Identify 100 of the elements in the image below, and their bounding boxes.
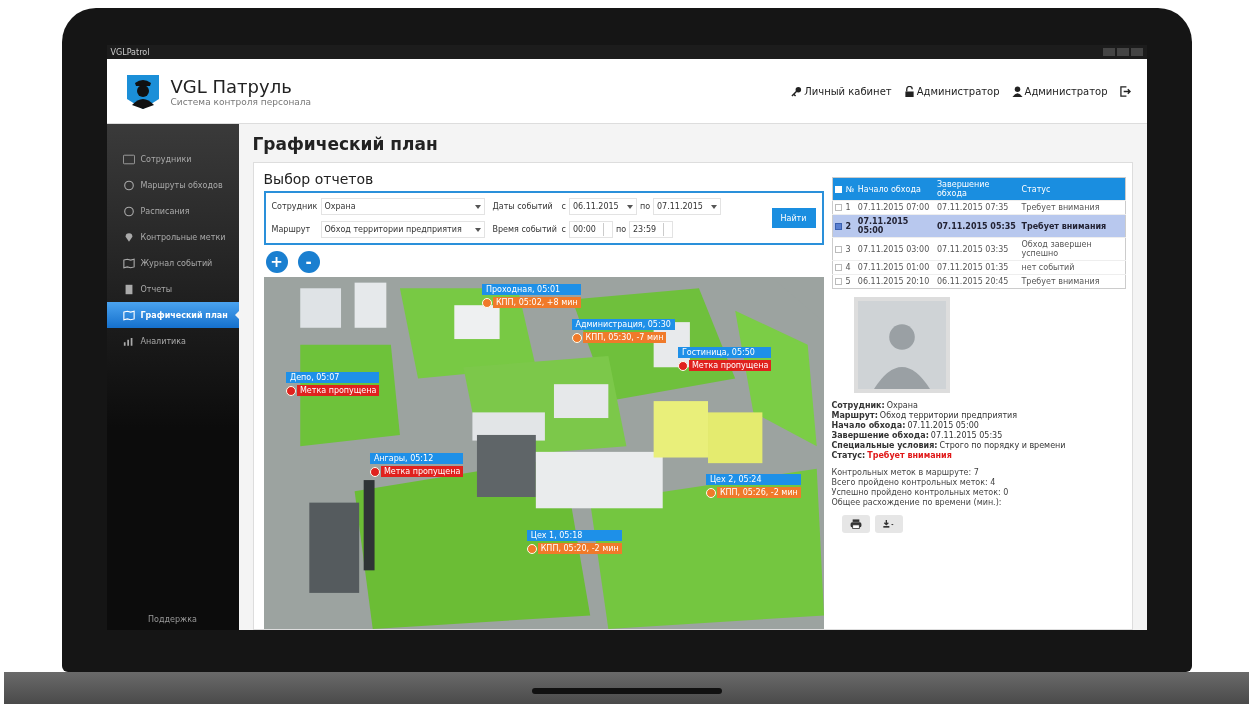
sidebar-item[interactable]: Аналитика (106, 328, 239, 354)
field-label: Даты событий (492, 202, 554, 211)
field-label: Сотрудник (271, 202, 318, 211)
sidebar-item[interactable]: Маршруты обходов (106, 172, 239, 198)
detail-value: Обход территории предприятия (879, 411, 1018, 420)
table-cell: Требует внимания (1019, 214, 1125, 238)
sidebar-item[interactable]: Сотрудники (106, 146, 239, 172)
row-checkbox[interactable] (834, 245, 842, 253)
maximize-button[interactable] (1116, 48, 1129, 56)
sidebar-item[interactable]: Отчеты (106, 276, 239, 302)
zoom-in-button[interactable]: + (265, 251, 288, 273)
route-select[interactable]: Обход территории предприятия (320, 221, 485, 238)
caret-icon (626, 204, 633, 209)
table-cell: Обход завершен успешно (1019, 237, 1125, 261)
table-cell: 07.11.2015 03:35 (934, 237, 1020, 261)
checkpoint-note: КПП, 05:30, -7 мин (582, 332, 667, 344)
sidebar-item[interactable]: Графический план (106, 302, 239, 328)
lock-icon (903, 85, 915, 97)
caret-icon (474, 227, 481, 232)
row-checkbox[interactable] (834, 278, 842, 285)
close-button[interactable] (1130, 48, 1143, 56)
support-link[interactable]: Поддержка (106, 615, 239, 624)
field-label: с (561, 202, 566, 211)
find-button[interactable]: Найти (771, 208, 816, 228)
table-cell: Требует внимания (1019, 274, 1125, 289)
detail-label: Завершение обхода: (831, 431, 929, 440)
header-link[interactable]: Администратор (903, 85, 1000, 97)
checkpoint-note: КПП, 05:26, -2 мин (716, 487, 801, 499)
row-checkbox[interactable] (834, 222, 842, 230)
key-icon (791, 85, 803, 97)
detail-value: Охрана (886, 401, 918, 410)
detail-label: Начало обхода: (831, 421, 906, 430)
table-row[interactable]: 4 07.11.2015 01:00 07.11.2015 01:35 нет событий (832, 260, 1125, 275)
checkpoint-note: Метка пропущена (688, 360, 772, 372)
section-title: Выбор отчетов (263, 171, 375, 187)
minimize-button[interactable] (1102, 48, 1115, 56)
field-label: с (561, 225, 566, 234)
column-header: Завершение обхода (934, 177, 1020, 201)
time-to-spinner[interactable]: 23:59 (629, 221, 674, 238)
table-row[interactable]: 5 06.11.2015 20:10 06.11.2015 20:45 Требует внимания (832, 274, 1125, 289)
menu-item-icon (122, 335, 135, 347)
row-checkbox[interactable] (834, 204, 842, 211)
download-icon (882, 519, 895, 529)
checkpoint-note: Метка пропущена (380, 466, 464, 477)
checkpoint-note: Метка пропущена (296, 385, 380, 397)
time-from-spinner[interactable]: 00:00 (568, 221, 613, 238)
detail-label: Маршрут: (831, 411, 878, 420)
column-header: Начало обхода (855, 177, 935, 201)
checkpoint-note: КПП, 05:20, -2 мин (537, 543, 622, 555)
select-all-checkbox[interactable] (834, 185, 842, 193)
caret-icon (711, 204, 718, 209)
header-link[interactable]: Личный кабинет (791, 85, 892, 97)
table-cell: 5 (843, 274, 856, 289)
table-cell: 07.11.2015 05:00 (855, 214, 935, 238)
menu-item-icon (122, 257, 135, 269)
detail-value: 07.11.2015 05:00 (907, 421, 979, 430)
field-label: Маршрут (271, 225, 312, 234)
page-title: Графический план (252, 134, 439, 154)
user-icon (1011, 85, 1023, 97)
row-checkbox[interactable] (834, 264, 842, 271)
table-row[interactable]: 3 07.11.2015 03:00 07.11.2015 03:35 Обход завершен успешно (832, 237, 1125, 261)
printer-icon (849, 519, 862, 529)
menu-item-icon (122, 309, 135, 321)
table-cell: 3 (843, 237, 856, 261)
table-cell: 07.11.2015 01:35 (934, 260, 1020, 275)
employee-select[interactable]: Охрана (320, 198, 485, 215)
header-link[interactable]: Администратор (1011, 85, 1108, 97)
stat-text: Общее расхождение по времени (мин.): (831, 498, 1003, 507)
table-cell: 07.11.2015 03:00 (855, 237, 935, 261)
menu-item-icon (122, 205, 135, 217)
app-subtitle: Система контроля персонала (170, 96, 312, 107)
detail-label: Специальные условия: (831, 441, 938, 450)
sidebar-item[interactable]: Журнал событий (106, 250, 239, 276)
date-to-select[interactable]: 07.11.2015 (653, 198, 722, 215)
table-cell: 4 (843, 260, 856, 275)
print-button[interactable] (841, 515, 870, 533)
zoom-out-button[interactable]: - (297, 251, 320, 273)
app-name: VGL Патруль (170, 75, 293, 97)
date-from-select[interactable]: 06.11.2015 (568, 198, 637, 215)
column-header: Статус (1019, 177, 1125, 201)
sidebar-item[interactable]: Расписания (106, 198, 239, 224)
detail-value: 07.11.2015 05:35 (930, 431, 1003, 440)
detail-value: Требует внимания (867, 451, 952, 460)
caret-icon (474, 204, 481, 209)
menu-item-icon (122, 153, 135, 165)
stat-text: Всего пройдено контрольных меток: 4 (831, 478, 997, 487)
download-button[interactable] (874, 515, 903, 533)
table-cell: 06.11.2015 20:10 (855, 274, 935, 289)
field-label: по (639, 202, 651, 211)
sidebar-item[interactable]: Контрольные метки (106, 224, 239, 250)
field-label: Время событий (492, 225, 555, 234)
field-label: по (615, 225, 627, 234)
table-cell: 07.11.2015 05:35 (934, 214, 1020, 238)
logout-icon[interactable] (1119, 85, 1131, 97)
table-cell: 06.11.2015 20:45 (934, 274, 1020, 289)
detail-value: Строго по порядку и времени (939, 441, 1066, 450)
menu-item-icon (122, 179, 135, 191)
stat-text: Успешно пройдено контрольных меток: 0 (831, 488, 1010, 497)
table-cell: 07.11.2015 01:00 (855, 260, 935, 275)
detail-label: Сотрудник: (831, 401, 885, 410)
